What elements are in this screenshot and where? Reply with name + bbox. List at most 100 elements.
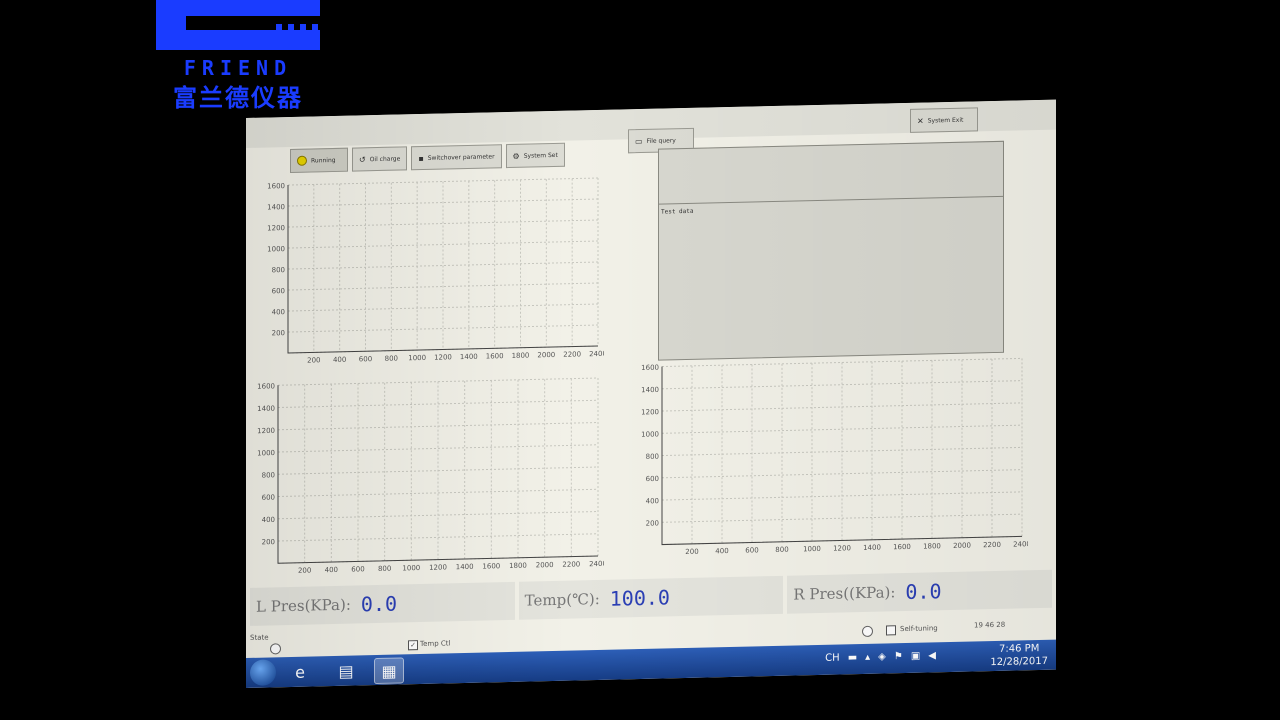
y-tick-label: 1600 <box>267 182 285 190</box>
switchover-parameter-button[interactable]: ▪ Switchover parameter <box>411 144 502 171</box>
x-tick-label: 2200 <box>983 541 1001 549</box>
security-shield-icon[interactable]: ◈ <box>878 651 886 662</box>
x-tick-label: 1000 <box>408 354 426 362</box>
x-tick-label: 1800 <box>509 562 527 570</box>
left-pressure-value: 0.0 <box>360 591 398 617</box>
chart-svg: 1600 1400 1200 1000 800 600 400 200 200 400 600 800… <box>641 357 1028 556</box>
x-tick-label: 200 <box>298 567 311 575</box>
friend-logo: FRIEND 富兰德仪器 <box>156 0 320 112</box>
x-tick-label: 1200 <box>833 544 851 552</box>
left-pressure-label: L Pres(KPa): <box>256 595 351 616</box>
state-indicator <box>270 643 281 655</box>
x-tick-label: 1200 <box>429 563 447 571</box>
main-toolbar: Running ↺ Oil charge ▪ Switchover parame… <box>290 142 565 174</box>
y-tick-label: 1400 <box>257 405 275 413</box>
left-pressure-readout: L Pres(KPa): 0.0 <box>250 581 515 626</box>
self-tuning-checkbox[interactable] <box>886 625 896 636</box>
y-tick-label: 800 <box>646 453 659 461</box>
x-tick-label: 400 <box>715 547 728 555</box>
x-tick-label: 800 <box>385 355 398 363</box>
logo-chinese-text: 富兰德仪器 <box>173 84 303 112</box>
x-tick-label: 2200 <box>563 350 581 358</box>
pressure-chart-top-left: 1600 1400 1200 1000 800 600 400 200 200 400 600 800… <box>264 172 604 370</box>
y-tick-label: 400 <box>646 497 659 505</box>
folder-icon[interactable]: ▤ <box>332 658 360 683</box>
x-tick-label: 800 <box>775 546 788 554</box>
x-tick-label: 800 <box>378 565 391 573</box>
app-taskbar-icon[interactable]: ▦ <box>374 657 404 685</box>
pressure-chart-bottom-right: 1600 1400 1200 1000 800 600 400 200 200 400 600 800… <box>638 352 1028 561</box>
internet-explorer-icon[interactable]: e <box>286 659 314 684</box>
system-exit-button[interactable]: ✕ System Exit <box>910 107 978 133</box>
y-tick-label: 400 <box>272 308 285 316</box>
system-exit-label: System Exit <box>927 116 964 125</box>
x-tick-label: 2400 <box>1013 540 1028 548</box>
status-time: 19 46 28 <box>974 620 1006 630</box>
y-tick-label: 1600 <box>641 364 659 372</box>
pressure-chart-bottom-left: 1600 1400 1200 1000 800 600 400 200 200 400 600 800… <box>254 372 604 580</box>
oil-charge-button[interactable]: ↺ Oil charge <box>352 146 408 172</box>
y-tick-label: 1000 <box>267 245 285 253</box>
monitor-screen: Running ↺ Oil charge ▪ Switchover parame… <box>246 99 1056 688</box>
x-tick-label: 1600 <box>893 543 911 551</box>
start-button[interactable] <box>250 659 276 686</box>
oil-charge-label: Oil charge <box>369 154 401 163</box>
x-tick-label: 400 <box>333 356 346 364</box>
chart-svg: 1600 1400 1200 1000 800 600 400 200 200 400 600 800… <box>267 177 604 365</box>
x-tick-label: 600 <box>351 565 364 573</box>
keyboard-icon[interactable]: ▬ <box>848 652 857 663</box>
y-tick-label: 200 <box>262 538 275 546</box>
y-tick-label: 1400 <box>641 386 659 394</box>
x-tick-label: 2200 <box>562 560 580 568</box>
flag-icon[interactable]: ⚑ <box>894 651 903 662</box>
x-tick-label: 2000 <box>953 542 971 550</box>
x-tick-label: 600 <box>359 355 372 363</box>
x-tick-label: 2400 <box>589 350 604 358</box>
temperature-readout: Temp(℃): 100.0 <box>518 575 784 620</box>
taskbar-clock[interactable]: 7:46 PM 12/28/2017 <box>990 642 1048 669</box>
folder-icon: ▭ <box>635 136 643 146</box>
run-button[interactable]: Running <box>290 147 348 174</box>
test-data-panel: Test data <box>658 140 1004 361</box>
self-tuning-indicator <box>862 625 873 638</box>
grid-line-horizontal <box>662 446 1022 457</box>
y-tick-label: 600 <box>262 494 275 502</box>
grid-line-horizontal <box>278 466 598 475</box>
logo-english-text: FRIEND <box>183 56 293 80</box>
y-tick-label: 200 <box>646 519 659 527</box>
y-tick-label: 800 <box>262 471 275 479</box>
clock-time: 7:46 PM <box>999 642 1040 655</box>
system-tray: CH ▬ ▴ ◈ ⚑ ▣ ◀ <box>825 650 936 664</box>
grid-line-horizontal <box>662 357 1022 368</box>
network-icon[interactable]: ▣ <box>911 651 920 662</box>
x-tick-label: 1400 <box>456 563 474 571</box>
temp-ctl-label: Temp Ctl <box>420 639 451 649</box>
x-tick-label: 1800 <box>923 542 941 550</box>
clock-date: 12/28/2017 <box>990 655 1048 669</box>
chart-svg: 1600 1400 1200 1000 800 600 400 200 200 400 600 800… <box>257 377 604 575</box>
x-tick-label: 1400 <box>863 544 881 552</box>
x-tick-label: 200 <box>685 548 698 556</box>
y-tick-label: 1200 <box>641 408 659 416</box>
grid-line-horizontal <box>278 377 598 386</box>
x-tick-label: 1000 <box>402 564 420 572</box>
system-set-button[interactable]: ⚙ System Set <box>505 142 565 169</box>
show-hidden-icons-icon[interactable]: ▴ <box>865 652 870 663</box>
language-indicator[interactable]: CH <box>825 653 840 664</box>
file-query-label: File query <box>646 136 676 145</box>
y-tick-label: 400 <box>262 516 275 524</box>
temperature-value: 100.0 <box>609 585 670 611</box>
temp-ctl-checkbox[interactable]: ✓ <box>408 640 418 651</box>
volume-icon[interactable]: ◀ <box>928 650 936 661</box>
switchover-parameter-label: Switchover parameter <box>427 152 495 162</box>
y-tick-label: 800 <box>272 266 285 274</box>
y-tick-label: 1000 <box>641 430 659 438</box>
x-tick-label: 1800 <box>512 352 530 360</box>
logo-checker-pattern <box>270 24 320 48</box>
y-tick-label: 1400 <box>267 203 285 211</box>
x-tick-label: 1600 <box>482 562 500 570</box>
x-tick-label: 2000 <box>536 561 554 569</box>
y-tick-label: 1200 <box>257 427 275 435</box>
test-data-header <box>659 141 1003 205</box>
parameter-icon: ▪ <box>418 153 424 163</box>
